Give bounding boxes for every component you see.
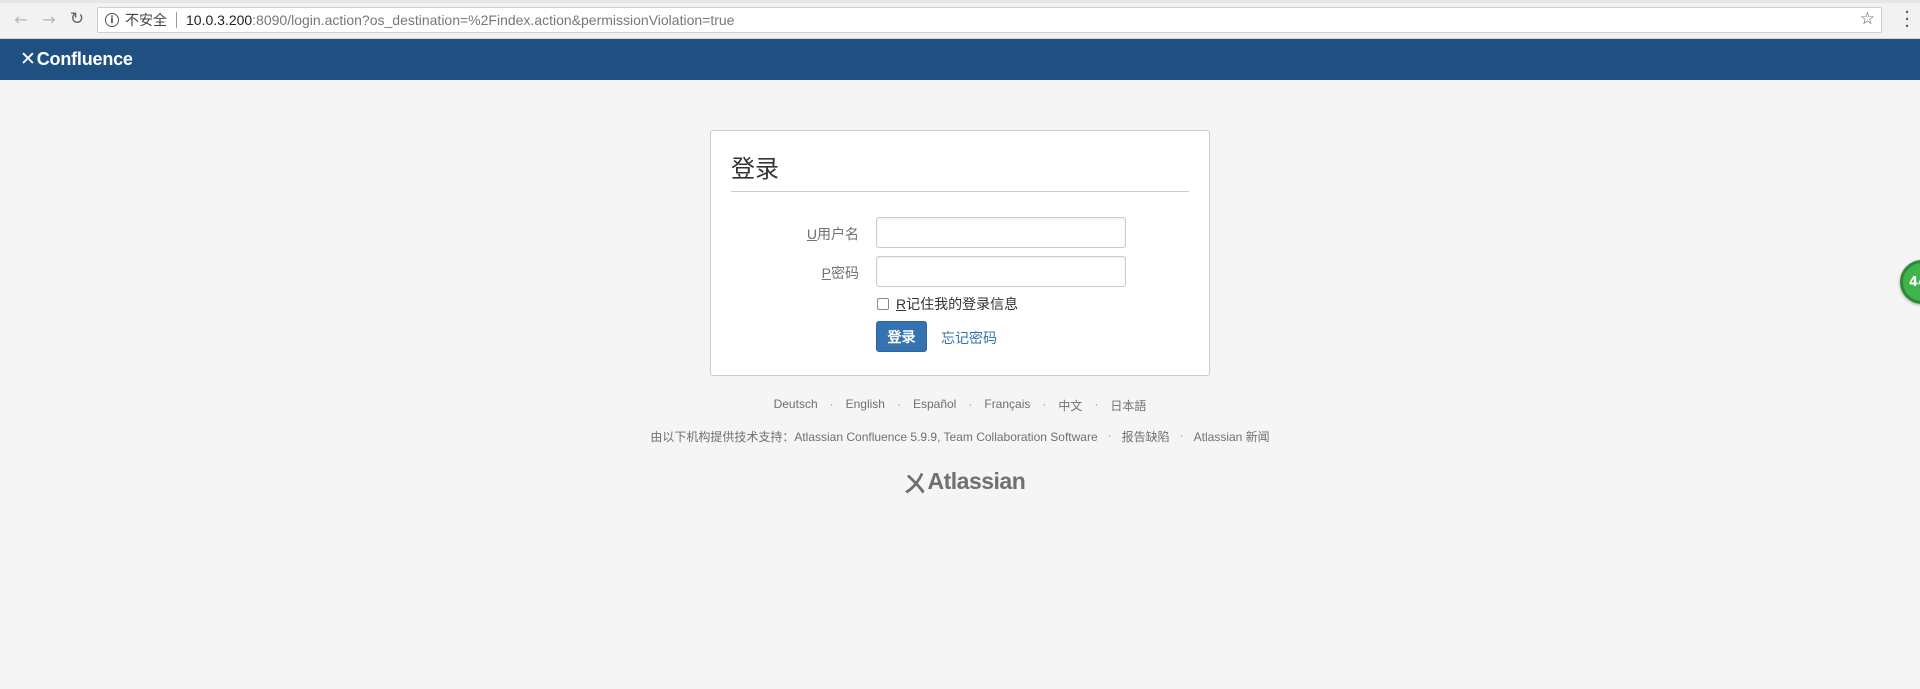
lang-espanol[interactable]: Español bbox=[911, 397, 958, 414]
confluence-logo-icon: ✕ bbox=[20, 48, 36, 70]
username-label-text: 用户名 bbox=[817, 226, 859, 242]
separator-dot: · bbox=[1179, 428, 1184, 442]
atlassian-news-link[interactable]: Atlassian 新闻 bbox=[1194, 428, 1270, 445]
username-label: U用户名 bbox=[807, 224, 859, 244]
password-label: P密码 bbox=[822, 263, 859, 283]
report-bug-link[interactable]: 报告缺陷 bbox=[1122, 428, 1170, 445]
back-arrow-icon[interactable]: ← bbox=[11, 9, 31, 29]
url-host: 10.0.3.200 bbox=[186, 12, 253, 28]
footer-links: 由以下机构提供技术支持：Atlassian Confluence 5.9.9, … bbox=[0, 428, 1920, 445]
forward-arrow-icon[interactable]: → bbox=[39, 9, 59, 29]
password-mnemonic: P bbox=[821, 265, 831, 281]
floating-speed-widget[interactable]: 44 bbox=[1900, 260, 1920, 304]
atlassian-logo[interactable]: ㄨ Atlassian bbox=[903, 464, 1026, 499]
confluence-logo[interactable]: ✕ Confluence bbox=[20, 48, 133, 70]
language-selector: Deutsch · English · Español · Français ·… bbox=[0, 397, 1920, 414]
tab-strip-edge bbox=[0, 0, 1920, 3]
address-separator bbox=[176, 12, 177, 28]
info-icon[interactable]: i bbox=[105, 13, 119, 27]
security-status[interactable]: 不安全 bbox=[125, 10, 167, 30]
separator-dot: · bbox=[896, 397, 901, 411]
login-title: 登录 bbox=[731, 156, 779, 183]
lang-japanese[interactable]: 日本語 bbox=[1108, 397, 1148, 414]
url-path: :8090/login.action?os_destination=%2Find… bbox=[252, 12, 735, 28]
password-input[interactable] bbox=[876, 256, 1126, 287]
bookmark-star-icon[interactable]: ☆ bbox=[1860, 9, 1875, 29]
reload-icon[interactable]: ↻ bbox=[67, 9, 87, 29]
remember-mnemonic: R bbox=[896, 296, 907, 312]
separator-dot: · bbox=[1094, 397, 1099, 411]
lang-deutsch[interactable]: Deutsch bbox=[772, 397, 820, 414]
remember-me[interactable]: R 记住我的登录信息 bbox=[876, 294, 1018, 314]
lang-francais[interactable]: Français bbox=[982, 397, 1032, 414]
forgot-password-link[interactable]: 忘记密码 bbox=[941, 328, 997, 348]
browser-toolbar: ← → ↻ i 不安全 10.0.3.200:8090/login.action… bbox=[0, 0, 1920, 39]
browser-menu-icon[interactable]: · · · bbox=[1904, 4, 1910, 36]
address-bar[interactable]: i 不安全 10.0.3.200:8090/login.action?os_de… bbox=[97, 7, 1882, 33]
username-mnemonic: U bbox=[806, 226, 817, 242]
confluence-logo-text: Confluence bbox=[36, 48, 133, 69]
powered-by-link[interactable]: 由以下机构提供技术支持：Atlassian Confluence 5.9.9, … bbox=[650, 428, 1097, 445]
lang-english[interactable]: English bbox=[844, 397, 887, 414]
separator-dot: · bbox=[968, 397, 973, 411]
login-button[interactable]: 登录 bbox=[876, 321, 927, 352]
lang-chinese[interactable]: 中文 bbox=[1056, 397, 1084, 414]
password-label-text: 密码 bbox=[831, 265, 859, 281]
remember-me-checkbox[interactable] bbox=[877, 298, 889, 310]
login-panel: 登录 U用户名 P密码 R 记住我的登录信息 登录 忘记密码 bbox=[710, 130, 1210, 376]
atlassian-logo-text: Atlassian bbox=[927, 468, 1026, 494]
separator-dot: · bbox=[829, 397, 834, 411]
username-input[interactable] bbox=[876, 217, 1126, 248]
separator-dot: · bbox=[1107, 428, 1112, 442]
remember-me-label: 记住我的登录信息 bbox=[906, 296, 1019, 312]
separator-dot: · bbox=[1042, 397, 1047, 411]
title-divider bbox=[731, 191, 1189, 192]
atlassian-logo-icon: ㄨ bbox=[903, 470, 927, 498]
app-header: ✕ Confluence bbox=[0, 39, 1920, 80]
